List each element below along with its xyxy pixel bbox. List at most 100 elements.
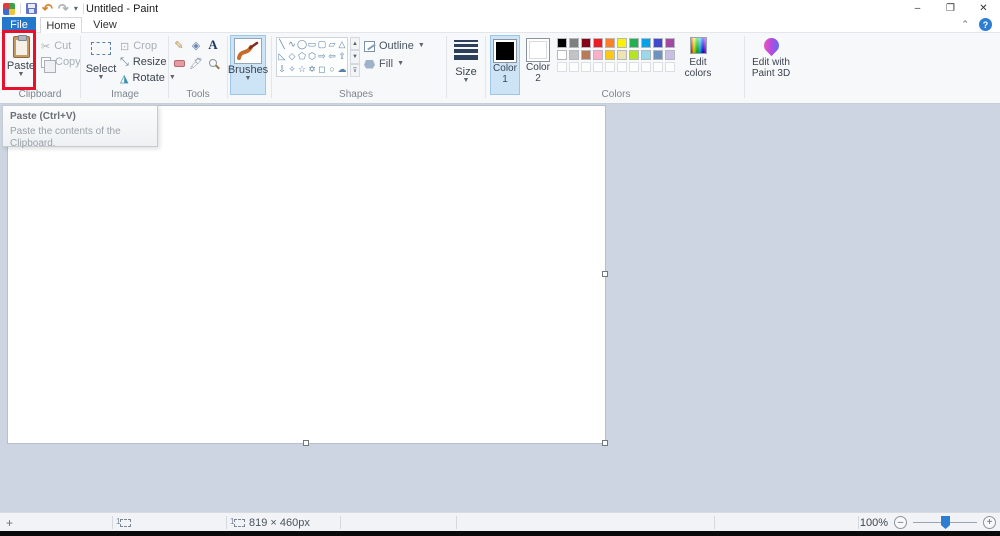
select-button[interactable]: Select ▼ [85, 36, 117, 91]
color-swatch[interactable] [581, 38, 591, 48]
shape-left-arrow[interactable]: ⇦ [327, 51, 337, 64]
color-swatch[interactable] [593, 38, 603, 48]
close-button[interactable]: ✕ [967, 0, 1000, 17]
edit-with-paint3d-button[interactable]: Edit withPaint 3D [748, 37, 794, 95]
color-swatch[interactable] [605, 38, 615, 48]
size-button[interactable]: Size ▼ [450, 36, 482, 91]
color-swatch[interactable] [557, 38, 567, 48]
color-swatch-empty[interactable] [557, 62, 567, 72]
color-swatch[interactable] [569, 50, 579, 60]
shape-pentagon[interactable]: ⬠ [297, 51, 307, 64]
drawing-canvas[interactable] [8, 106, 605, 443]
outline-button[interactable]: Outline ▼ [364, 39, 425, 53]
toolbar-customize-dropdown-icon[interactable]: ▾ [74, 4, 78, 13]
color-swatch[interactable] [605, 50, 615, 60]
fill-with-color-tool-icon[interactable]: ◈ [189, 38, 203, 52]
shapes-more-icon[interactable]: ⊽ [350, 64, 360, 77]
color-swatch[interactable] [617, 38, 627, 48]
color-swatch[interactable] [593, 50, 603, 60]
brushes-dropdown-icon[interactable]: ▼ [245, 76, 252, 82]
save-icon[interactable] [26, 3, 37, 14]
shape-four-point-star[interactable]: ✧ [287, 63, 297, 76]
undo-icon[interactable]: ↶ [42, 3, 53, 14]
color-swatch[interactable] [557, 50, 567, 60]
color-swatch[interactable] [653, 38, 663, 48]
canvas-resize-handle-bottom[interactable] [303, 440, 309, 446]
tab-view[interactable]: View [86, 17, 124, 33]
paste-button[interactable]: Paste ▼ [5, 36, 37, 91]
collapse-ribbon-icon[interactable]: ⌃ [961, 19, 969, 30]
shapes-scroll-up-icon[interactable]: ▲ [350, 37, 360, 50]
color-swatch-empty[interactable] [569, 62, 579, 72]
eraser-tool-icon[interactable] [172, 56, 186, 70]
zoom-slider-thumb[interactable] [941, 516, 950, 529]
color1-button[interactable]: Color1 [490, 35, 520, 95]
shape-curve[interactable]: ∿ [287, 38, 297, 51]
color-swatch-empty[interactable] [629, 62, 639, 72]
select-dropdown-icon[interactable]: ▼ [98, 75, 105, 81]
color-swatch-empty[interactable] [581, 62, 591, 72]
paint-app-icon[interactable] [3, 3, 15, 15]
color-swatch-empty[interactable] [617, 62, 627, 72]
color-swatch[interactable] [653, 50, 663, 60]
tab-file[interactable]: File [2, 17, 36, 33]
color-swatch-empty[interactable] [653, 62, 663, 72]
shape-cloud-callout[interactable]: ☁ [337, 63, 347, 76]
shape-triangle[interactable]: △ [337, 38, 347, 51]
color-swatch[interactable] [581, 50, 591, 60]
shape-diamond[interactable]: ◇ [287, 51, 297, 64]
color-swatch[interactable] [629, 38, 639, 48]
shape-right-triangle[interactable]: ◺ [277, 51, 287, 64]
canvas-resize-handle-right[interactable] [602, 271, 608, 277]
tooltip-body: Paste the contents of the Clipboard. [10, 126, 150, 150]
edit-colors-button[interactable]: Editcolors [679, 37, 717, 95]
shape-five-point-star[interactable]: ☆ [297, 63, 307, 76]
color-swatch[interactable] [641, 38, 651, 48]
color-swatch[interactable] [665, 50, 675, 60]
fill-dropdown-icon[interactable]: ▼ [397, 61, 404, 67]
tab-home[interactable]: Home [40, 17, 82, 33]
pencil-tool-icon[interactable]: ✎ [172, 38, 186, 52]
zoom-out-button[interactable]: – [894, 516, 907, 529]
paste-dropdown-icon[interactable]: ▼ [18, 72, 25, 78]
color-swatch[interactable] [665, 38, 675, 48]
outline-dropdown-icon[interactable]: ▼ [418, 43, 425, 49]
shape-down-arrow[interactable]: ⇩ [277, 63, 287, 76]
color-swatch-empty[interactable] [605, 62, 615, 72]
canvas-resize-handle-corner[interactable] [602, 440, 608, 446]
color-swatch[interactable] [629, 50, 639, 60]
help-icon[interactable]: ? [979, 18, 992, 31]
rotate-dropdown-icon[interactable]: ▼ [169, 75, 176, 81]
color-swatch-empty[interactable] [641, 62, 651, 72]
shape-rounded-callout[interactable]: ◻ [317, 63, 327, 76]
color-swatch[interactable] [617, 50, 627, 60]
shape-polygon[interactable]: ▱ [327, 38, 337, 51]
shapes-scroll-down-icon[interactable]: ▼ [350, 50, 360, 63]
color-swatch[interactable] [641, 50, 651, 60]
shape-rounded-rectangle[interactable]: ▢ [317, 38, 327, 51]
color-swatch-empty[interactable] [665, 62, 675, 72]
zoom-in-button[interactable]: + [983, 516, 996, 529]
resize-button[interactable]: ⤡ Resize [120, 55, 166, 69]
cursor-position-indicator: + [6, 513, 13, 532]
size-dropdown-icon[interactable]: ▼ [463, 78, 470, 84]
magnifier-tool-icon[interactable] [206, 56, 220, 70]
color-picker-tool-icon[interactable]: 🖊 [189, 56, 203, 70]
shape-up-arrow[interactable]: ⇧ [337, 51, 347, 64]
color-swatch-empty[interactable] [593, 62, 603, 72]
shape-hexagon[interactable]: ⬡ [307, 51, 317, 64]
shape-six-point-star[interactable]: ✡ [307, 63, 317, 76]
shape-ellipse[interactable]: ◯ [297, 38, 307, 51]
minimize-button[interactable]: – [901, 0, 934, 17]
text-tool-icon[interactable]: A [206, 38, 220, 52]
shape-line[interactable]: ╲ [277, 38, 287, 51]
brushes-button[interactable]: Brushes ▼ [230, 35, 266, 95]
fill-button[interactable]: Fill ▼ [364, 57, 404, 71]
shape-rectangle[interactable]: ▭ [307, 38, 317, 51]
zoom-slider[interactable] [913, 516, 977, 529]
shape-right-arrow[interactable]: ⇨ [317, 51, 327, 64]
color2-button[interactable]: Color2 [523, 35, 553, 95]
shape-oval-callout[interactable]: ○ [327, 63, 337, 76]
restore-button[interactable]: ❐ [934, 0, 967, 17]
color-swatch[interactable] [569, 38, 579, 48]
